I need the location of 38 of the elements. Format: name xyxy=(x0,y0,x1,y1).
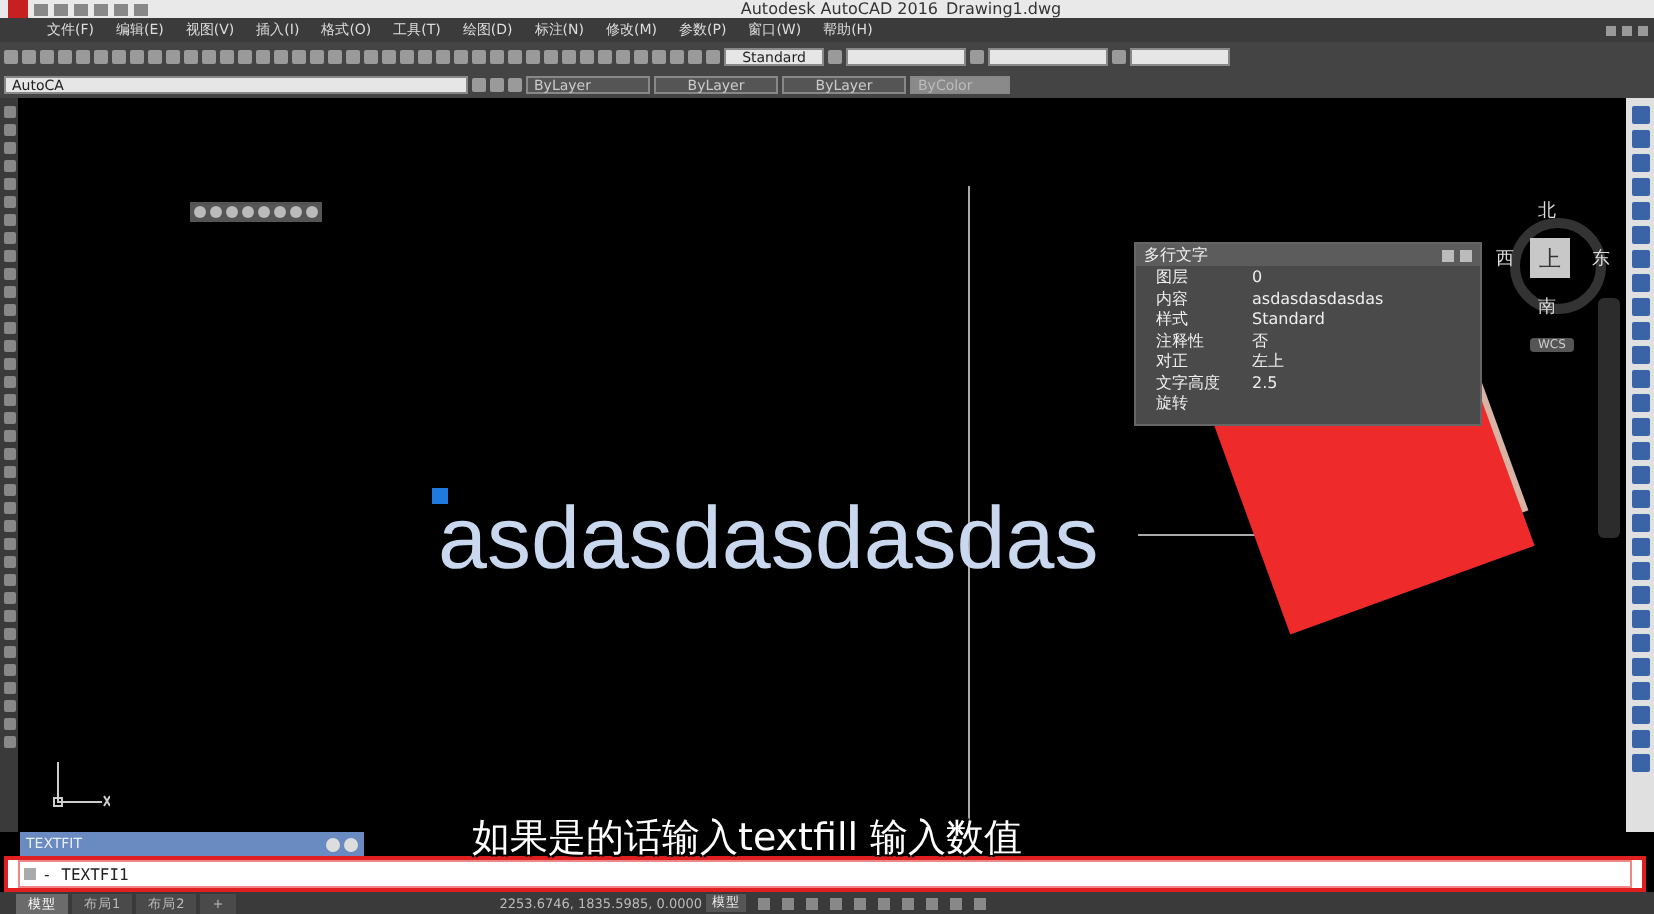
compass-label: 东 xyxy=(1592,247,1610,272)
viewcube-face[interactable]: 上 xyxy=(1530,238,1570,278)
tool-icon[interactable] xyxy=(828,49,842,63)
close-icon[interactable] xyxy=(1460,249,1472,261)
command-input-field[interactable]: - TEXTFI1 xyxy=(18,860,1632,888)
table-style-dropdown[interactable] xyxy=(988,47,1108,65)
property-label: 旋转 xyxy=(1156,394,1190,415)
dimension-style-dropdown[interactable] xyxy=(846,47,966,65)
compass-label: 南 xyxy=(1538,295,1556,320)
property-value: Standard xyxy=(1252,310,1327,331)
ucs-axis-icon xyxy=(53,761,110,807)
subtitle-text: 如果是的话输入textfill 输入数值 xyxy=(472,814,1023,864)
property-value: 左上 xyxy=(1252,352,1286,373)
tool-icon[interactable] xyxy=(970,49,984,63)
settings-icon[interactable] xyxy=(344,837,358,851)
compass-label: 北 xyxy=(1538,199,1556,224)
prompt-icon xyxy=(24,868,36,880)
property-label: 文字高度 xyxy=(1156,373,1222,394)
property-label: 图层 xyxy=(1156,268,1190,289)
window-title: Autodesk AutoCAD 2016 xyxy=(740,0,939,18)
property-label: 注释性 xyxy=(1156,331,1206,352)
compass-label: 西 xyxy=(1496,248,1514,272)
panel-title: 多行文字 xyxy=(1144,244,1210,266)
floating-toolbar[interactable] xyxy=(190,202,322,222)
property-value: 否 xyxy=(1252,331,1270,352)
help-icon[interactable] xyxy=(326,837,340,851)
multileader-style-dropdown[interactable] xyxy=(1130,47,1230,65)
file-name: Drawing1.dwg xyxy=(946,0,1062,18)
property-label: 对正 xyxy=(1156,352,1190,373)
pin-icon[interactable] xyxy=(1442,249,1454,261)
property-label: 内容 xyxy=(1156,289,1190,310)
property-value: asdasdasdasdas xyxy=(1252,289,1386,310)
cursor-crosshair-line xyxy=(1138,534,1258,536)
command-input-text: - TEXTFI1 xyxy=(42,865,129,883)
tool-icon[interactable] xyxy=(1112,49,1126,63)
property-value: 0 xyxy=(1252,268,1265,289)
property-label: 样式 xyxy=(1156,310,1190,331)
property-value: 2.5 xyxy=(1252,373,1280,394)
